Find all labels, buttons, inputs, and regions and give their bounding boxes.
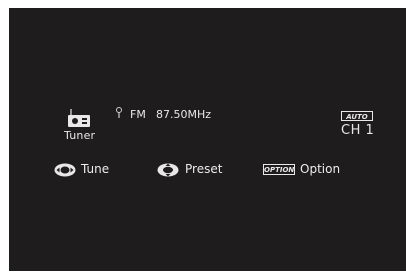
source-label: Tuner bbox=[64, 129, 96, 142]
up-down-dial-icon bbox=[157, 163, 179, 177]
tune-control-label[interactable]: Tune bbox=[81, 162, 109, 176]
tuner-screen: Tuner FM 87.50MHz AUTO CH 1 Tune Preset … bbox=[9, 8, 406, 271]
preset-control-label[interactable]: Preset bbox=[185, 162, 222, 176]
left-right-dial-icon bbox=[54, 163, 76, 177]
auto-mode-badge: AUTO bbox=[341, 111, 373, 121]
radio-icon bbox=[68, 109, 90, 127]
band-label: FM bbox=[130, 108, 146, 121]
channel-display: CH 1 bbox=[341, 123, 375, 138]
option-control-label[interactable]: Option bbox=[300, 162, 340, 176]
option-button-badge[interactable]: OPTION bbox=[263, 164, 295, 175]
frequency-display: 87.50MHz bbox=[156, 108, 212, 121]
antenna-icon bbox=[116, 107, 122, 118]
